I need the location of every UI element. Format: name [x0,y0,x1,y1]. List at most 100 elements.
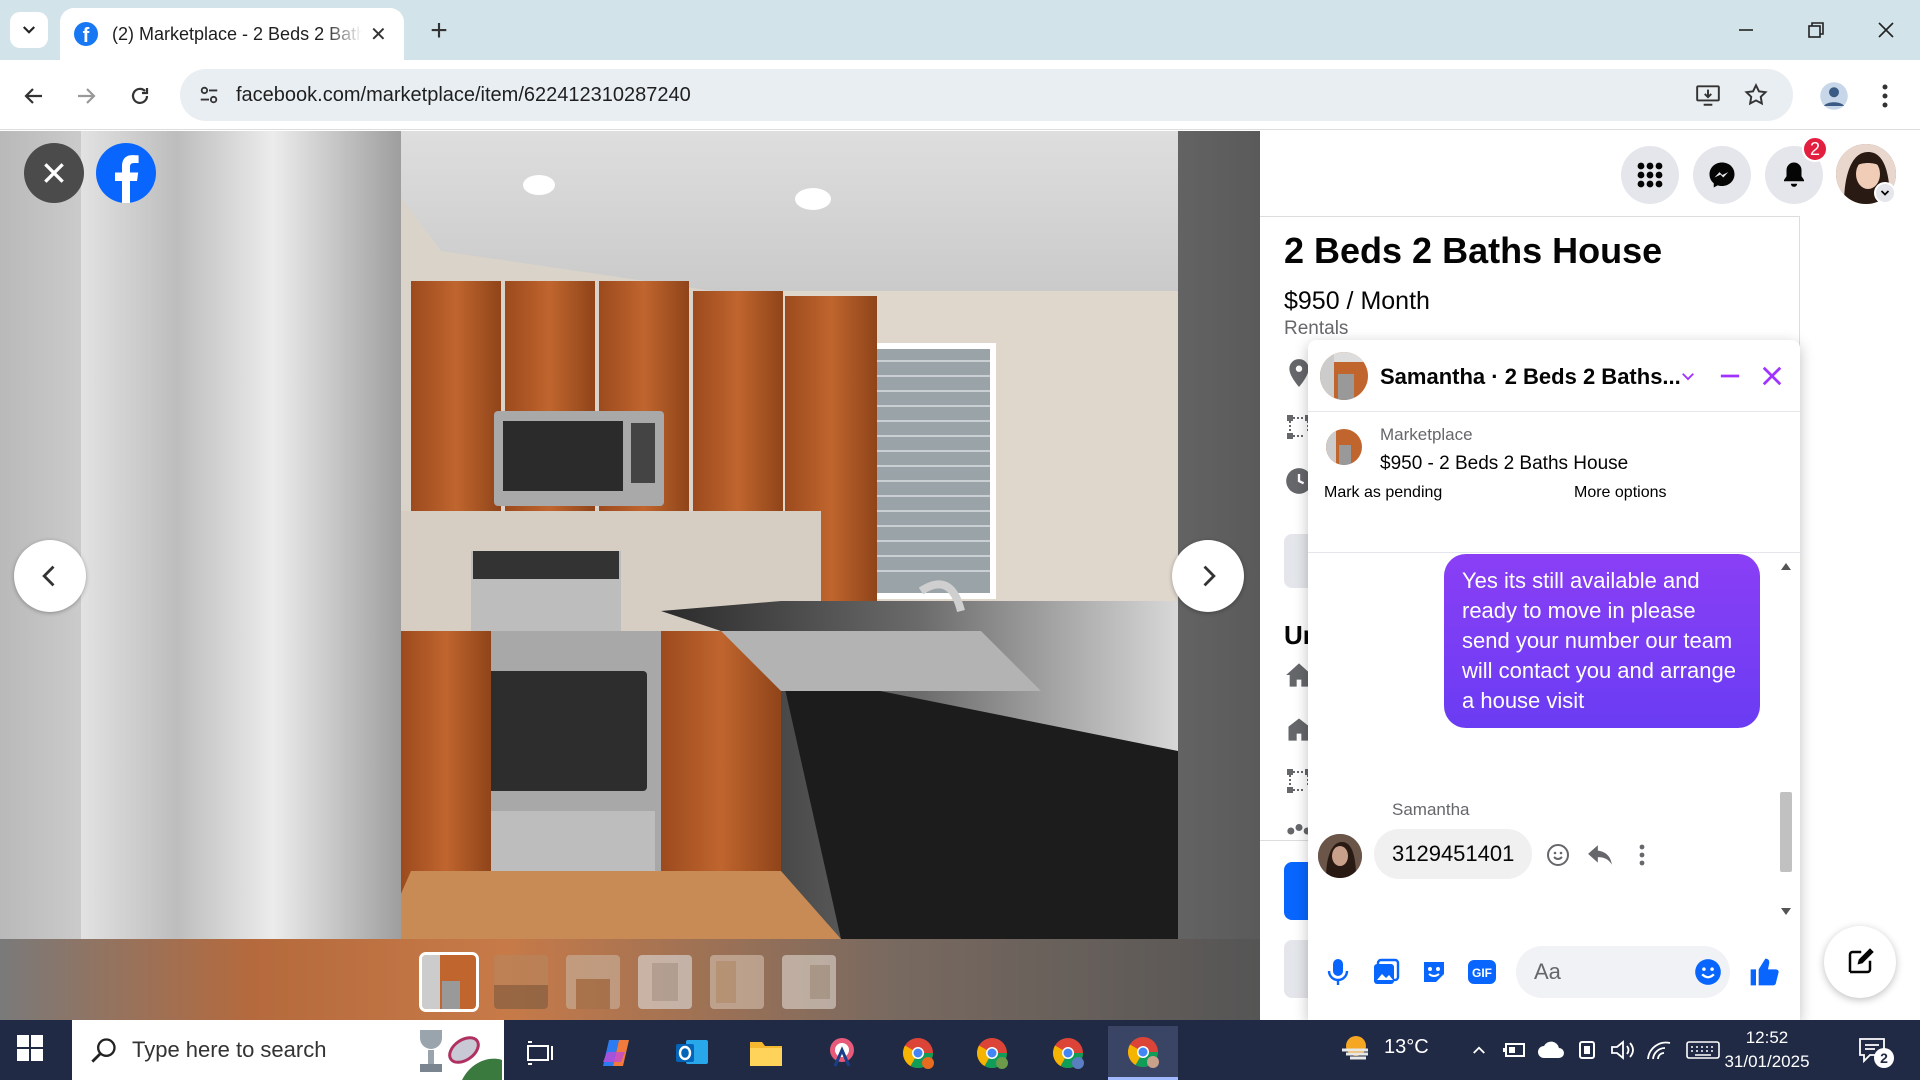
forward-button[interactable] [66,76,106,116]
photo-thumbnails [419,952,836,1012]
task-view-button[interactable] [510,1026,570,1080]
minimize-window-button[interactable] [1718,10,1774,50]
arrow-right-icon [78,88,96,104]
weather-widget[interactable]: 13°C [1338,1032,1429,1062]
chat-header[interactable]: Samantha · 2 Beds 2 Baths... [1308,340,1800,412]
chat-avatar [1320,352,1368,400]
address-bar[interactable]: facebook.com/marketplace/item/6224123102… [180,69,1793,121]
folder-icon [750,1042,782,1066]
bookmark-star-icon[interactable] [1736,69,1776,121]
photo-thumbnail[interactable] [638,955,692,1009]
network-tray-icon[interactable] [1644,1034,1674,1066]
minimize-icon [1739,29,1753,31]
browser-menu-button[interactable] [1870,78,1900,114]
photo-thumbnail[interactable] [782,955,836,1009]
clock-date: 31/01/2025 [1724,1052,1810,1071]
close-viewer-button[interactable] [24,143,84,203]
person-icon [1820,82,1848,110]
kebab-menu-icon [1882,84,1888,108]
smiley-icon [1547,844,1569,866]
next-photo-button[interactable] [1172,540,1244,612]
chrome-profile-app[interactable] [1038,1026,1098,1080]
url-text: facebook.com/marketplace/item/6224123102… [236,83,691,106]
reload-icon [131,87,149,104]
volume-tray-icon[interactable] [1608,1034,1638,1066]
kebab-menu-icon [1639,844,1645,866]
chat-options-button[interactable] [1672,360,1704,392]
sticker-button[interactable] [1418,956,1450,988]
mark-as-pending-button[interactable]: Mark as pending [1324,484,1566,502]
outlook-app[interactable] [662,1026,722,1080]
grid-menu-icon [1637,162,1663,188]
facebook-f-icon [115,155,139,203]
reply-button[interactable] [1586,841,1614,869]
avatar-image [1318,834,1362,878]
restore-window-button[interactable] [1788,10,1844,50]
chrome-icon [976,1038,1008,1069]
snipping-tool-app[interactable] [812,1026,872,1080]
menu-grid-button[interactable] [1621,146,1679,204]
scroll-up-icon[interactable] [1780,562,1792,572]
battery-tray-icon[interactable] [1500,1034,1530,1066]
reload-button[interactable] [120,76,160,116]
voice-clip-button[interactable] [1322,956,1354,988]
incoming-message-bubble[interactable]: 3129451401 [1374,829,1533,879]
active-browser-tab[interactable]: f (2) Marketplace - 2 Beds 2 Baths House… [60,8,404,60]
restore-icon [1808,22,1824,38]
chrome-profile-app[interactable] [962,1026,1022,1080]
scroll-down-icon[interactable] [1780,906,1792,916]
show-hidden-icons-button[interactable] [1464,1034,1494,1066]
messenger-button[interactable] [1693,146,1751,204]
photo-thumbnail[interactable] [710,955,764,1009]
photo-thumbnail[interactable] [419,952,479,1012]
message-sender-name: Samantha [1392,800,1470,819]
photo-thumbnail[interactable] [494,955,548,1009]
copilot-app[interactable] [586,1026,646,1080]
file-explorer-app[interactable] [736,1026,796,1080]
new-message-button[interactable] [1824,926,1896,998]
message-more-button[interactable] [1628,841,1656,869]
previous-photo-button[interactable] [14,540,86,612]
chrome-profile-app[interactable] [888,1026,948,1080]
chevron-down-icon [1682,373,1694,381]
microphone-icon [1327,959,1349,985]
facebook-logo[interactable] [96,143,156,203]
close-chat-button[interactable] [1756,360,1788,392]
scrollbar-thumb[interactable] [1780,792,1792,872]
photo-thumbnail[interactable] [566,955,620,1009]
screen: f (2) Marketplace - 2 Beds 2 Baths House… [0,0,1920,1080]
send-like-button[interactable] [1748,956,1780,988]
gif-icon: GIF [1468,960,1496,984]
gif-button[interactable]: GIF [1466,956,1498,988]
system-clock[interactable]: 12:52 31/01/2025 [1724,1026,1810,1074]
emoji-button[interactable] [1692,956,1724,988]
chrome-active-app[interactable] [1108,1026,1178,1080]
notification-count-badge: 2 [1802,136,1828,162]
account-menu-chevron[interactable] [1874,182,1896,204]
close-window-button[interactable] [1858,10,1914,50]
close-icon [1762,366,1782,386]
notification-center-button[interactable]: 2 [1852,1034,1894,1068]
minimize-chat-button[interactable] [1714,360,1746,392]
install-app-icon[interactable] [1688,69,1728,121]
attach-photo-button[interactable] [1370,956,1402,988]
task-view-icon [527,1041,553,1065]
listing-category[interactable]: Rentals [1284,318,1348,340]
new-tab-button[interactable]: + [422,14,456,48]
facebook-favicon-icon: f [74,22,98,46]
message-scrollbar[interactable] [1776,554,1796,924]
tab-search-button[interactable] [10,12,48,48]
more-options-button[interactable]: More options [1574,484,1782,502]
device-tray-icon[interactable] [1572,1034,1602,1066]
start-button[interactable] [16,1034,48,1066]
outgoing-message-bubble[interactable]: Yes its still available and ready to mov… [1444,554,1760,728]
browser-profile-button[interactable] [1814,76,1854,116]
react-button[interactable] [1544,841,1572,869]
back-button[interactable] [14,76,54,116]
site-info-icon[interactable] [194,80,224,110]
context-listing[interactable]: $950 - 2 Beds 2 Baths House [1380,453,1628,475]
keyboard-tray-icon[interactable] [1684,1034,1722,1066]
taskbar-search-box[interactable]: Type here to search [72,1020,504,1080]
onedrive-tray-icon[interactable] [1536,1034,1566,1066]
tab-close-icon[interactable]: ✕ [370,22,387,47]
